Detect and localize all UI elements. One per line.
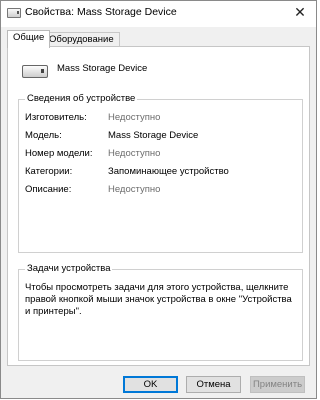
tab-general[interactable]: Общие [7,30,51,48]
prop-value: Недоступно [108,184,161,195]
prop-row-model: Модель: Mass Storage Device [19,130,302,142]
close-button[interactable]: ✕ [284,1,316,23]
tab-strip: Общие Оборудование [7,30,307,48]
prop-label: Номер модели: [25,148,93,159]
general-tab-panel: Mass Storage Device Сведения об устройст… [7,46,310,366]
device-tasks-text: Чтобы просмотреть задачи для этого устро… [25,282,292,317]
device-tasks-legend: Задачи устройства [25,263,113,274]
prop-row-categories: Категории: Запоминающее устройство [19,166,302,178]
device-info-group: Сведения об устройстве Изготовитель: Нед… [18,93,303,253]
ok-button[interactable]: OK [123,376,178,393]
window-title: Свойства: Mass Storage Device [25,6,177,18]
storage-device-icon [22,65,48,78]
prop-value: Запоминающее устройство [108,166,229,177]
tab-hardware[interactable]: Оборудование [43,32,120,47]
device-name: Mass Storage Device [57,63,148,74]
properties-dialog: Свойства: Mass Storage Device ✕ Общие Об… [0,0,317,399]
cancel-button[interactable]: Отмена [186,376,241,393]
prop-label: Описание: [25,184,72,195]
device-tasks-group: Задачи устройства Чтобы просмотреть зада… [18,263,303,361]
prop-label: Модель: [25,130,62,141]
prop-label: Изготовитель: [25,112,87,123]
storage-device-icon [7,8,21,18]
prop-row-description: Описание: Недоступно [19,184,302,196]
prop-value: Недоступно [108,112,161,123]
title-bar[interactable]: Свойства: Mass Storage Device ✕ [1,1,316,27]
prop-row-manufacturer: Изготовитель: Недоступно [19,112,302,124]
device-info-legend: Сведения об устройстве [25,93,138,104]
prop-value: Mass Storage Device [108,130,199,141]
prop-value: Недоступно [108,148,161,159]
prop-label: Категории: [25,166,73,177]
prop-row-model-number: Номер модели: Недоступно [19,148,302,160]
apply-button[interactable]: Применить [250,376,305,393]
